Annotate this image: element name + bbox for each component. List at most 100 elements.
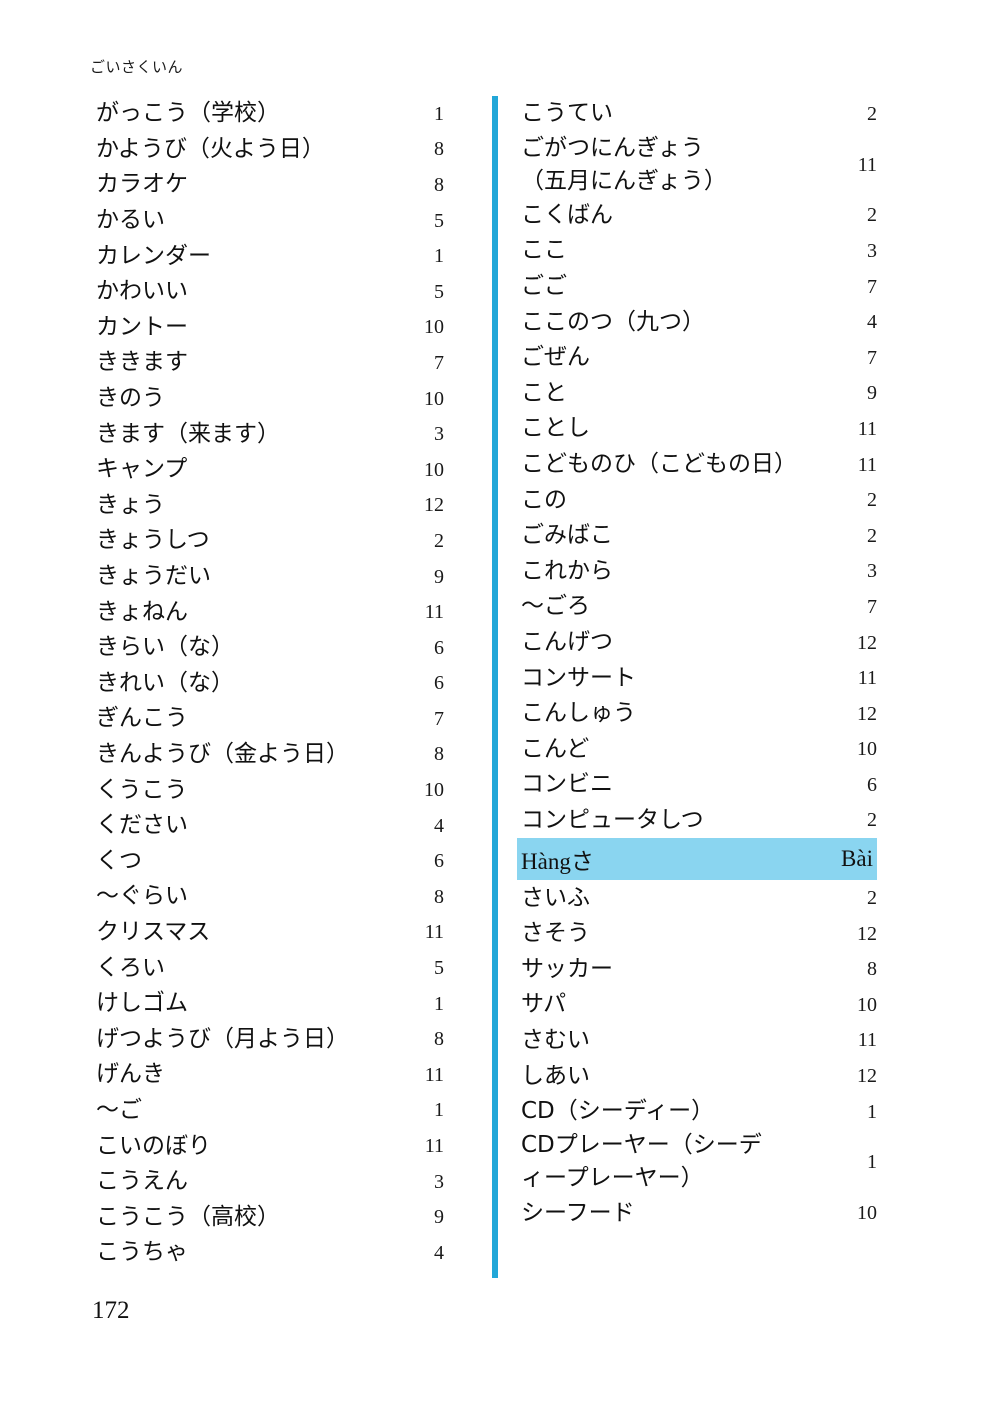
- index-entry: しあい 12: [521, 1058, 877, 1094]
- index-entry: きれい（な） 6: [96, 666, 444, 702]
- index-entry: コンサート 11: [521, 660, 877, 696]
- entry-lesson-number: 10: [857, 1202, 877, 1225]
- entry-term: ごぜん: [521, 344, 590, 371]
- index-entry: ください 4: [96, 808, 444, 844]
- entry-term: ごがつにんぎょう （五月にんぎょう）: [521, 134, 727, 194]
- index-entry: こんしゅう 12: [521, 696, 877, 732]
- index-entry: きょねん 11: [96, 594, 444, 630]
- entry-term: きのう: [96, 385, 165, 412]
- entry-term: コンビニ: [521, 771, 613, 798]
- index-entry: きのう 10: [96, 381, 444, 417]
- entry-term: こんげつ: [521, 629, 613, 656]
- entry-lesson-number: 1: [434, 1099, 444, 1122]
- entry-term: 〜ぐらい: [96, 883, 188, 910]
- entry-lesson-number: 7: [867, 346, 877, 369]
- entry-term: こんど: [521, 735, 590, 762]
- section-header-prefix: Hàng: [521, 849, 571, 875]
- index-entry: クリスマス 11: [96, 915, 444, 951]
- entry-term: ぎんこう: [96, 705, 188, 732]
- index-entry: がっこう（学校） 1: [96, 96, 444, 132]
- entry-lesson-number: 3: [434, 423, 444, 446]
- entry-term: CDプレーヤー（シーデ ィープレーヤー）: [521, 1132, 762, 1192]
- index-entry: さむい 11: [521, 1023, 877, 1059]
- entry-lesson-number: 9: [867, 382, 877, 405]
- entry-lesson-number: 8: [434, 1028, 444, 1051]
- entry-lesson-number: 10: [857, 993, 877, 1016]
- index-entry: サッカー 8: [521, 951, 877, 987]
- entry-lesson-number: 6: [434, 672, 444, 695]
- entry-lesson-number: 8: [434, 138, 444, 161]
- entry-lesson-number: 4: [867, 311, 877, 334]
- index-entry: さいふ 2: [521, 880, 877, 916]
- index-entry: きょうだい 9: [96, 559, 444, 595]
- entry-term: こくばん: [521, 201, 613, 228]
- index-entry: 〜ご 1: [96, 1093, 444, 1129]
- entry-lesson-number: 8: [434, 743, 444, 766]
- entry-lesson-number: 11: [857, 153, 877, 176]
- index-entry: カントー 10: [96, 310, 444, 346]
- entry-lesson-number: 11: [857, 1029, 877, 1052]
- entry-term: サッカー: [521, 955, 613, 982]
- entry-lesson-number: 12: [857, 922, 877, 945]
- section-header-label: Hàngさ: [521, 842, 594, 876]
- index-entry: コンピュータしつ 2: [521, 803, 877, 839]
- entry-lesson-number: 5: [434, 209, 444, 232]
- entry-term: こうこう（高校）: [96, 1203, 280, 1230]
- index-entry: くろい 5: [96, 950, 444, 986]
- entry-lesson-number: 10: [424, 779, 444, 802]
- index-entry: シーフード 10: [521, 1195, 877, 1231]
- entry-lesson-number: 7: [867, 275, 877, 298]
- entry-lesson-number: 1: [867, 1151, 877, 1174]
- entry-lesson-number: 10: [424, 316, 444, 339]
- page-number: 172: [92, 1297, 130, 1324]
- index-entry: くつ 6: [96, 843, 444, 879]
- index-entry: こうこう（高校） 9: [96, 1199, 444, 1235]
- section-header-kana: さ: [570, 849, 594, 876]
- entry-term: こうちゃ: [96, 1239, 188, 1266]
- entry-lesson-number: 9: [434, 1206, 444, 1229]
- entry-lesson-number: 4: [434, 814, 444, 837]
- entry-lesson-number: 11: [424, 921, 444, 944]
- entry-term: げんき: [96, 1061, 165, 1088]
- entry-term: こんしゅう: [521, 700, 636, 727]
- entry-term: ください: [96, 812, 188, 839]
- entry-term: きょう: [96, 491, 165, 518]
- entry-lesson-number: 11: [857, 417, 877, 440]
- entry-term: コンサート: [521, 664, 636, 691]
- entry-lesson-number: 6: [434, 850, 444, 873]
- entry-lesson-number: 8: [434, 885, 444, 908]
- entry-lesson-number: 4: [434, 1241, 444, 1264]
- index-entry: こうちゃ 4: [96, 1235, 444, 1271]
- entry-lesson-number: 11: [857, 453, 877, 476]
- index-entry: 〜ぐらい 8: [96, 879, 444, 915]
- index-entry: さそう 12: [521, 916, 877, 952]
- entry-term: さそう: [521, 920, 590, 947]
- entry-term: ききます: [96, 349, 188, 376]
- index-entry: きます（来ます） 3: [96, 416, 444, 452]
- index-entry: げんき 11: [96, 1057, 444, 1093]
- index-entry: カラオケ 8: [96, 167, 444, 203]
- entry-term: しあい: [521, 1062, 590, 1089]
- entry-lesson-number: 9: [434, 565, 444, 588]
- index-entry: ことし 11: [521, 411, 877, 447]
- entry-term: きょうだい: [96, 563, 211, 590]
- entry-lesson-number: 12: [857, 702, 877, 725]
- entry-lesson-number: 8: [867, 958, 877, 981]
- index-entry: こいのぼり 11: [96, 1128, 444, 1164]
- entry-lesson-number: 7: [434, 707, 444, 730]
- index-entry: ここのつ（九つ） 4: [521, 304, 877, 340]
- index-entry: CDプレーヤー（シーデ ィープレーヤー） 1: [521, 1129, 877, 1195]
- entry-lesson-number: 7: [434, 351, 444, 374]
- entry-lesson-number: 11: [424, 1135, 444, 1158]
- index-entry: これから 3: [521, 554, 877, 590]
- entry-term: こと: [521, 379, 567, 406]
- entry-lesson-number: 10: [424, 387, 444, 410]
- section-header-row: Hàngさ Bài: [517, 838, 877, 881]
- index-entry: この 2: [521, 482, 877, 518]
- entry-term: ごみばこ: [521, 522, 613, 549]
- entry-term: こどものひ（こどもの日）: [521, 451, 797, 478]
- entry-lesson-number: 11: [424, 601, 444, 624]
- entry-term: サパ: [521, 991, 567, 1018]
- entry-lesson-number: 1: [867, 1100, 877, 1123]
- index-entry: コンビニ 6: [521, 767, 877, 803]
